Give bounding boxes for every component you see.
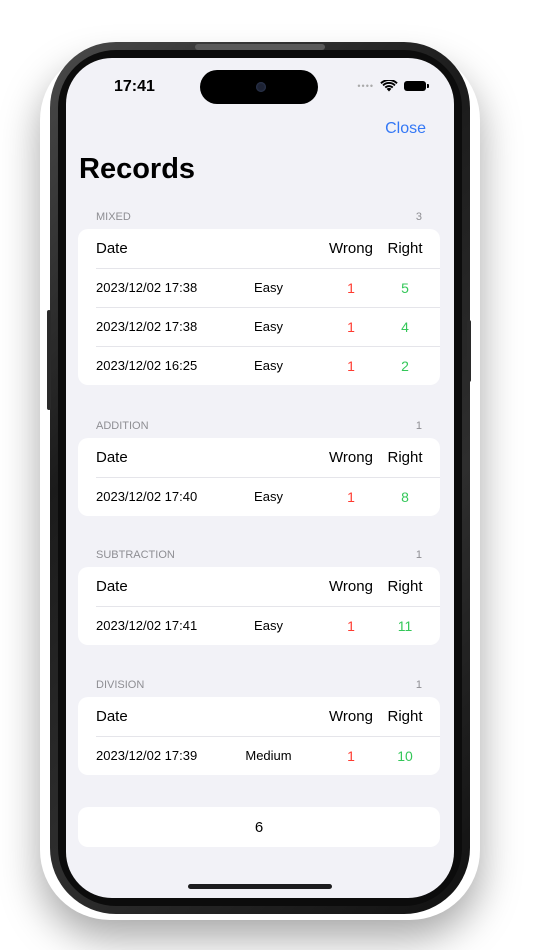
section-count: 1 — [415, 678, 422, 691]
dynamic-island — [200, 70, 318, 104]
record-difficulty: Easy — [254, 319, 283, 334]
record-wrong: 1 — [347, 318, 355, 335]
section-name: SUBTRACTION — [96, 548, 175, 561]
header-right: Right — [387, 449, 423, 466]
section-header: SUBTRACTION 1 — [78, 546, 440, 563]
section-name: ADDITION — [96, 419, 149, 432]
record-right: 10 — [397, 747, 413, 764]
battery-icon — [404, 81, 429, 91]
records-card: Date Wrong Right 2023/12/02 17:41 Easy 1… — [78, 567, 440, 645]
records-card: Date Wrong Right 2023/12/02 17:39 Medium… — [78, 697, 440, 775]
section-count: 3 — [415, 210, 422, 223]
table-row: 2023/12/02 17:38 Easy 1 5 — [78, 268, 440, 307]
record-date: 2023/12/02 17:40 — [96, 489, 198, 504]
screen: 17:41 •••• Close Records MIXED 3 Date Wr… — [66, 58, 454, 898]
table-header-row: Date Wrong Right — [78, 697, 440, 736]
status-icons: •••• — [357, 80, 429, 92]
header-wrong: Wrong — [329, 449, 373, 466]
signal-dots-icon: •••• — [357, 81, 374, 91]
records-card: Date Wrong Right 2023/12/02 17:40 Easy 1… — [78, 438, 440, 516]
header-date: Date — [96, 708, 128, 725]
camera-icon — [256, 82, 266, 92]
header-right: Right — [387, 578, 423, 595]
section-name: MIXED — [96, 210, 131, 223]
table-row: 2023/12/02 17:41 Easy 1 11 — [78, 606, 440, 645]
record-wrong: 1 — [347, 747, 355, 764]
page-title: Records — [79, 153, 196, 185]
home-indicator[interactable] — [188, 884, 332, 889]
record-wrong: 1 — [347, 488, 355, 505]
table-row: 2023/12/02 17:40 Easy 1 8 — [78, 477, 440, 516]
section-subtraction: SUBTRACTION 1 Date Wrong Right 2023/12/0… — [78, 546, 440, 645]
header-wrong: Wrong — [329, 578, 373, 595]
header-right: Right — [387, 240, 423, 257]
record-wrong: 1 — [347, 357, 355, 374]
speaker-grille — [195, 44, 325, 50]
section-header: MIXED 3 — [78, 208, 440, 225]
record-difficulty: Easy — [254, 618, 283, 633]
total-count-label: 6 — [254, 818, 264, 836]
records-card: Date Wrong Right 2023/12/02 17:38 Easy 1… — [78, 229, 440, 385]
table-header-row: Date Wrong Right — [78, 438, 440, 477]
record-difficulty: Easy — [254, 280, 283, 295]
header-right: Right — [387, 708, 423, 725]
section-mixed: MIXED 3 Date Wrong Right 2023/12/02 17:3… — [78, 208, 440, 385]
header-wrong: Wrong — [329, 240, 373, 257]
section-header: DIVISION 1 — [78, 676, 440, 693]
record-difficulty: Easy — [254, 489, 283, 504]
record-date: 2023/12/02 17:38 — [96, 319, 198, 334]
record-right: 4 — [401, 318, 409, 335]
header-date: Date — [96, 578, 128, 595]
record-difficulty: Easy — [254, 358, 283, 373]
section-division: DIVISION 1 Date Wrong Right 2023/12/02 1… — [78, 676, 440, 775]
section-count: 1 — [415, 548, 422, 561]
record-date: 2023/12/02 17:39 — [96, 748, 198, 763]
volume-button — [47, 310, 51, 410]
record-wrong: 1 — [347, 279, 355, 296]
section-count: 1 — [415, 419, 422, 432]
header-date: Date — [96, 449, 128, 466]
total-count-button[interactable]: 6 — [78, 807, 440, 847]
record-right: 11 — [397, 617, 413, 634]
table-header-row: Date Wrong Right — [78, 567, 440, 606]
wifi-icon — [380, 80, 398, 92]
record-date: 2023/12/02 17:41 — [96, 618, 198, 633]
table-row: 2023/12/02 16:25 Easy 1 2 — [78, 346, 440, 385]
table-row: 2023/12/02 17:38 Easy 1 4 — [78, 307, 440, 346]
status-time: 17:41 — [114, 78, 155, 95]
record-date: 2023/12/02 17:38 — [96, 280, 198, 295]
power-button — [467, 320, 471, 382]
header-date: Date — [96, 240, 128, 257]
record-difficulty: Medium — [245, 748, 292, 763]
header-wrong: Wrong — [329, 708, 373, 725]
section-name: DIVISION — [96, 678, 145, 691]
record-right: 5 — [401, 279, 409, 296]
section-header: ADDITION 1 — [78, 417, 440, 434]
table-row: 2023/12/02 17:39 Medium 1 10 — [78, 736, 440, 775]
section-addition: ADDITION 1 Date Wrong Right 2023/12/02 1… — [78, 417, 440, 516]
record-right: 2 — [401, 357, 409, 374]
record-right: 8 — [401, 488, 409, 505]
record-wrong: 1 — [347, 617, 355, 634]
table-header-row: Date Wrong Right — [78, 229, 440, 268]
record-date: 2023/12/02 16:25 — [96, 358, 198, 373]
close-button[interactable]: Close — [385, 120, 426, 138]
